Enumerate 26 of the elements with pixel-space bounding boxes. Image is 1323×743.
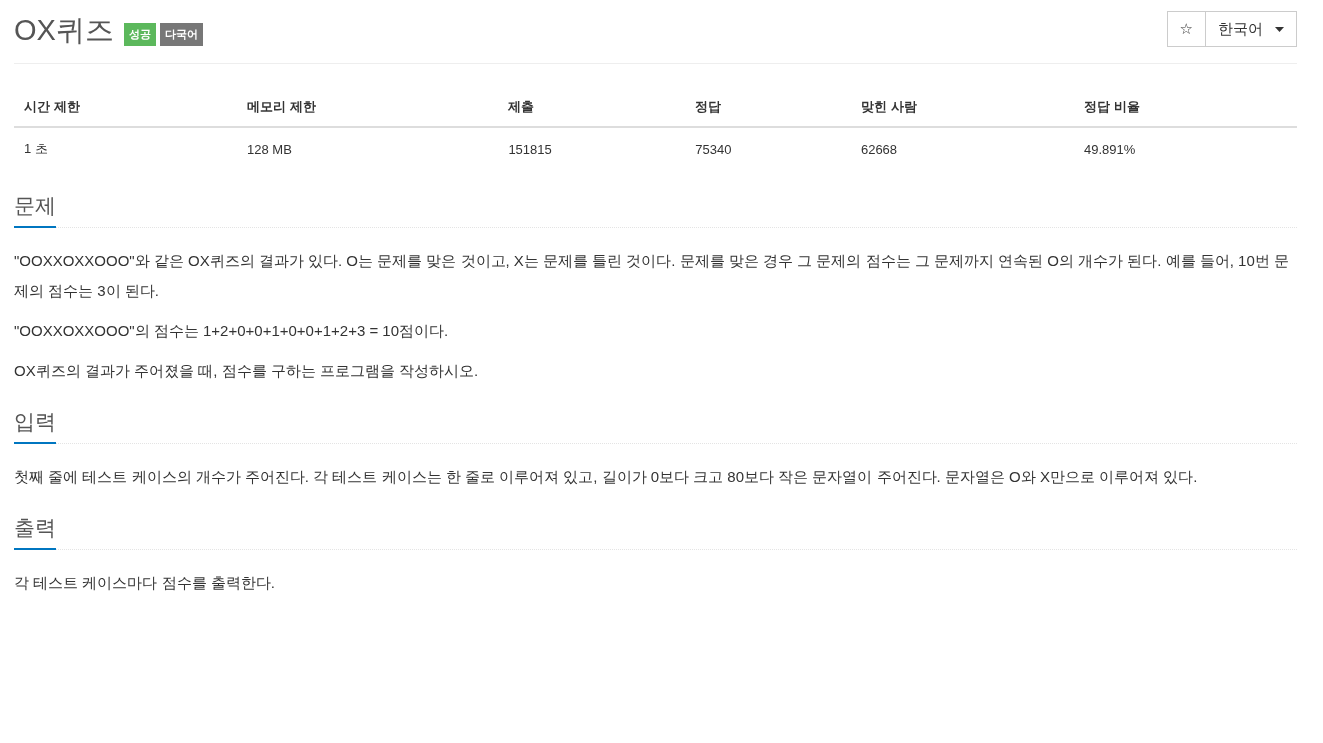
table-cell: 49.891% (1073, 127, 1297, 170)
section-heading: 출력 (14, 514, 56, 550)
column-header: 시간 제한 (14, 86, 237, 127)
column-header: 제출 (498, 86, 686, 127)
table-cell: 75340 (685, 127, 851, 170)
table-cell: 1 초 (14, 127, 237, 170)
paragraph: 각 테스트 케이스마다 점수를 출력한다. (14, 573, 276, 593)
status-label: 다국어 (159, 23, 203, 46)
problem-title: OX퀴즈 (14, 13, 114, 48)
paragraph: "OOXXOXXOOO"와 같은 OX퀴즈의 결과가 있다. O는 문제를 맞은 것이고, X는 문제를 틀린 것이다. 문제를 맞은 경우 그 문제의 점수는 그 문제까지 연속된 O의 개수가 된다. 예를 들어, 10번 문제의 점수는 3이 된다. (14, 251, 1290, 301)
column-header: 맞힌 사람 (850, 86, 1074, 127)
paragraph: "OOXXOXXOOO"의 점수는 1+2+0+0+1+0+0+1+2+3 = 10점이다. (14, 321, 450, 341)
column-header: 정답 (685, 86, 851, 127)
paragraph: 첫째 줄에 테스트 케이스의 개수가 주어진다. 각 테스트 케이스는 한 줄로 이루어져 있고, 길이가 0보다 크고 80보다 작은 문자열이 주어진다. 문자열은 O와 X만으로 이루어져 있다. (14, 467, 1199, 487)
caret-icon (1275, 26, 1284, 32)
paragraph: OX퀴즈의 결과가 주어졌을 때, 점수를 구하는 프로그램을 작성하시오. (14, 361, 480, 381)
column-header: 메모리 제한 (237, 86, 499, 127)
status-label: 성공 (123, 23, 156, 46)
favorite-button[interactable]: ☆ (1166, 11, 1206, 47)
column-header: 정답 비율 (1073, 86, 1297, 127)
table-cell: 62668 (850, 127, 1074, 170)
table-cell: 151815 (498, 127, 686, 170)
section-heading: 문제 (14, 192, 56, 228)
table-cell: 128 MB (237, 127, 499, 170)
language-dropdown[interactable]: 한국어 (1206, 11, 1297, 47)
section-heading: 입력 (14, 408, 56, 444)
